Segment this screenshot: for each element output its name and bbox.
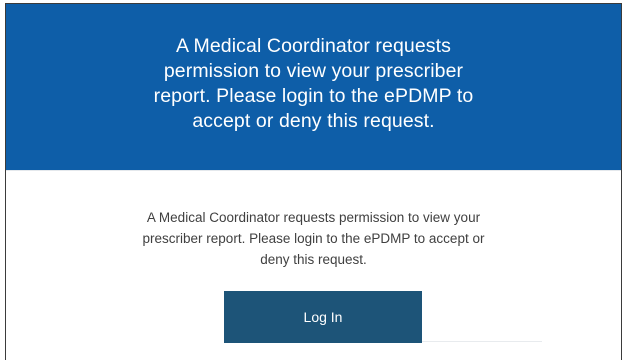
body-message-container: A Medical Coordinator requests permissio… xyxy=(6,207,621,270)
header-message: A Medical Coordinator requests permissio… xyxy=(153,35,474,132)
email-notification-card: A Medical Coordinator requests permissio… xyxy=(5,3,622,360)
login-button[interactable]: Log In xyxy=(224,291,422,343)
body-message: A Medical Coordinator requests permissio… xyxy=(142,210,485,267)
button-underline-divider xyxy=(422,341,542,342)
divider xyxy=(6,170,621,171)
email-body: A Medical Coordinator requests permissio… xyxy=(6,170,621,360)
header-banner: A Medical Coordinator requests permissio… xyxy=(6,4,621,170)
page: A Medical Coordinator requests permissio… xyxy=(0,0,625,360)
